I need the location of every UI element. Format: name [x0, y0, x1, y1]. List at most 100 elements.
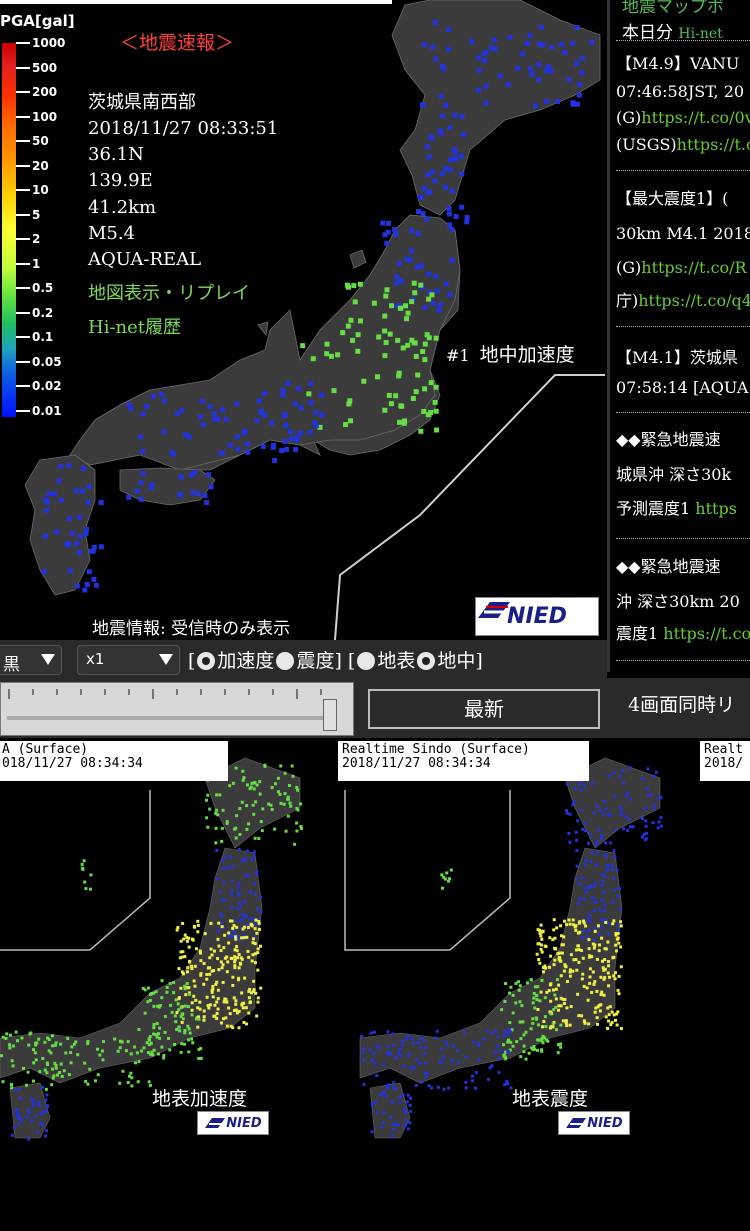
radio-intensity[interactable] — [276, 652, 295, 670]
station-dot — [83, 880, 87, 884]
station-dot — [438, 93, 444, 99]
slider-thumb[interactable] — [323, 699, 337, 731]
station-dot — [179, 950, 183, 954]
tweet-1-link-g[interactable]: https://t.co/0v — [641, 108, 750, 127]
station-dot — [565, 1006, 569, 1010]
map-replay-link[interactable]: 地図表示・リプレイ — [88, 279, 250, 305]
station-dot — [350, 337, 356, 343]
station-dot — [289, 804, 293, 808]
slider-track — [7, 716, 337, 720]
radio-underground[interactable] — [417, 652, 436, 670]
tweet-2-link[interactable]: https://t.co/q4 — [638, 291, 750, 310]
station-dot — [165, 990, 169, 994]
station-dot — [559, 924, 563, 928]
station-dot — [257, 921, 261, 925]
station-dot — [178, 1029, 182, 1033]
station-dot — [217, 921, 221, 925]
station-dot — [651, 821, 655, 825]
station-dot — [225, 1024, 229, 1028]
station-dot — [406, 1035, 410, 1039]
station-dot — [202, 1009, 206, 1013]
station-dot — [215, 416, 221, 422]
station-dot — [579, 788, 583, 792]
station-dot — [259, 895, 263, 899]
panel-1-nied-logo: NIED — [197, 1111, 269, 1135]
station-dot — [573, 786, 577, 790]
station-dot — [186, 1024, 190, 1028]
station-dot — [614, 933, 618, 937]
station-dot — [659, 796, 663, 800]
radio-surface[interactable] — [357, 652, 376, 670]
station-dot — [643, 807, 647, 811]
station-dot — [481, 58, 487, 64]
tweet-2-link-g[interactable]: https://t.co/R — [641, 258, 746, 277]
station-dot — [375, 1111, 379, 1115]
timeline-slider[interactable] — [0, 682, 354, 736]
station-dot — [179, 1050, 183, 1054]
station-dot — [391, 1100, 395, 1104]
station-dot — [576, 819, 580, 823]
station-dot — [235, 446, 241, 452]
main-map[interactable]: PGA[gal] 1000 500 200 100 50 20 10 5 2 1 0.5 0.2 0.1… — [0, 0, 605, 640]
station-dot — [420, 102, 426, 108]
station-dot — [382, 313, 388, 319]
station-dot — [593, 943, 597, 947]
station-dot — [434, 1036, 438, 1040]
station-dot — [208, 972, 212, 976]
station-dot — [601, 872, 605, 876]
station-dot — [613, 971, 617, 975]
station-dot — [215, 1011, 219, 1015]
station-dot — [653, 803, 657, 807]
station-dot — [380, 220, 386, 226]
station-dot — [541, 929, 545, 933]
color-select[interactable]: 黒 — [0, 645, 62, 675]
station-dot — [239, 904, 243, 908]
station-dot — [558, 951, 562, 955]
station-dot — [237, 848, 241, 852]
station-dot — [382, 328, 388, 334]
tweet-panel[interactable]: 地震マップボ 本日分 Hi-net 【M4.9】VANU 07:46:58JST… — [607, 0, 750, 672]
station-dot — [169, 1003, 173, 1007]
station-dot — [209, 947, 213, 951]
latest-button[interactable]: 最新 — [368, 689, 600, 729]
station-dot — [32, 1061, 36, 1065]
station-dot — [34, 1043, 38, 1047]
station-dot — [477, 1058, 481, 1062]
tweet-4-link[interactable]: https — [695, 499, 737, 518]
station-dot — [208, 1003, 212, 1007]
hinet-history-link[interactable]: Hi-net履歴 — [88, 313, 181, 339]
station-dot — [165, 985, 169, 989]
station-dot — [556, 1051, 560, 1055]
radio-acceleration[interactable] — [197, 652, 216, 670]
station-dot — [245, 935, 249, 939]
station-dot — [216, 957, 220, 961]
station-dot — [591, 970, 595, 974]
speed-select[interactable]: x1 — [77, 645, 180, 675]
station-dot — [227, 1006, 231, 1010]
station-dot — [231, 781, 235, 785]
station-dot — [267, 802, 271, 806]
station-dot — [507, 34, 513, 40]
station-dot — [613, 855, 617, 859]
four-screen-link[interactable]: 4画面同時リ — [628, 690, 735, 717]
station-dot — [384, 287, 390, 293]
station-dot — [607, 1013, 611, 1017]
station-dot — [8, 1046, 12, 1050]
station-dot — [234, 434, 240, 440]
station-dot — [551, 988, 555, 992]
panel-1-label: A (Surface) 018/11/27 08:34:34 — [0, 741, 228, 781]
station-dot — [30, 1097, 34, 1101]
station-dot — [596, 924, 600, 928]
station-dot — [139, 448, 145, 454]
tweet-1-link-usgs[interactable]: https://t.c — [677, 135, 750, 154]
station-dot — [536, 62, 542, 68]
station-dot — [174, 998, 178, 1002]
station-dot — [43, 1134, 47, 1138]
station-dot — [188, 1031, 192, 1035]
station-dot — [216, 1007, 220, 1011]
station-dot — [415, 1057, 419, 1061]
station-dot — [245, 804, 249, 808]
station-dot — [581, 827, 585, 831]
station-dot — [170, 1010, 174, 1014]
tweet-5-link[interactable]: https://t.co — [663, 624, 750, 643]
